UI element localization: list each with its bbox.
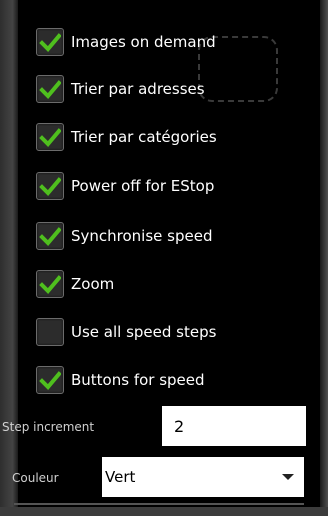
option-label: Trier par adresses xyxy=(71,80,205,98)
checkbox-synchronise-speed[interactable] xyxy=(36,222,64,250)
checkmark-icon xyxy=(39,275,61,294)
option-buttons-for-speed[interactable]: Buttons for speed xyxy=(36,357,205,403)
checkmark-icon xyxy=(39,227,61,246)
checkmark-icon xyxy=(39,33,61,52)
checkbox-sort-by-category[interactable] xyxy=(36,123,64,151)
checkbox-sort-by-address[interactable] xyxy=(36,75,64,103)
step-increment-label: Step increment xyxy=(2,420,95,434)
option-label: Synchronise speed xyxy=(71,227,213,245)
option-label: Trier par catégories xyxy=(71,128,217,146)
option-use-all-speed-steps[interactable]: Use all speed steps xyxy=(36,309,216,355)
checkbox-power-off-estop[interactable] xyxy=(36,172,64,200)
checkbox-images-on-demand[interactable] xyxy=(36,28,64,56)
checkbox-use-all-speed-steps[interactable] xyxy=(36,318,64,346)
divider xyxy=(14,503,304,505)
option-label: Use all speed steps xyxy=(71,323,217,341)
dropdown-arrow-icon xyxy=(282,474,294,480)
option-label: Images on demand xyxy=(71,33,216,51)
option-label: Power off for EStop xyxy=(71,177,215,195)
checkmark-icon xyxy=(39,371,61,390)
option-label: Zoom xyxy=(71,275,115,293)
checkmark-icon xyxy=(39,128,61,147)
option-power-off-estop[interactable]: Power off for EStop xyxy=(36,163,214,209)
option-label: Buttons for speed xyxy=(71,371,205,389)
option-sort-by-category[interactable]: Trier par catégories xyxy=(36,114,217,160)
option-sort-by-address[interactable]: Trier par adresses xyxy=(36,66,205,112)
color-dropdown[interactable]: Vert xyxy=(102,457,304,497)
color-label: Couleur xyxy=(12,471,59,485)
left-background xyxy=(0,0,18,516)
checkmark-icon xyxy=(39,80,61,99)
bottom-background xyxy=(0,507,328,516)
step-increment-input[interactable] xyxy=(162,406,306,446)
checkmark-icon xyxy=(39,177,61,196)
checkbox-buttons-for-speed[interactable] xyxy=(36,366,64,394)
option-zoom[interactable]: Zoom xyxy=(36,261,114,307)
right-background xyxy=(320,0,328,516)
color-selected-value: Vert xyxy=(105,468,136,486)
option-images-on-demand[interactable]: Images on demand xyxy=(36,19,216,65)
checkbox-zoom[interactable] xyxy=(36,270,64,298)
option-synchronise-speed[interactable]: Synchronise speed xyxy=(36,213,212,259)
